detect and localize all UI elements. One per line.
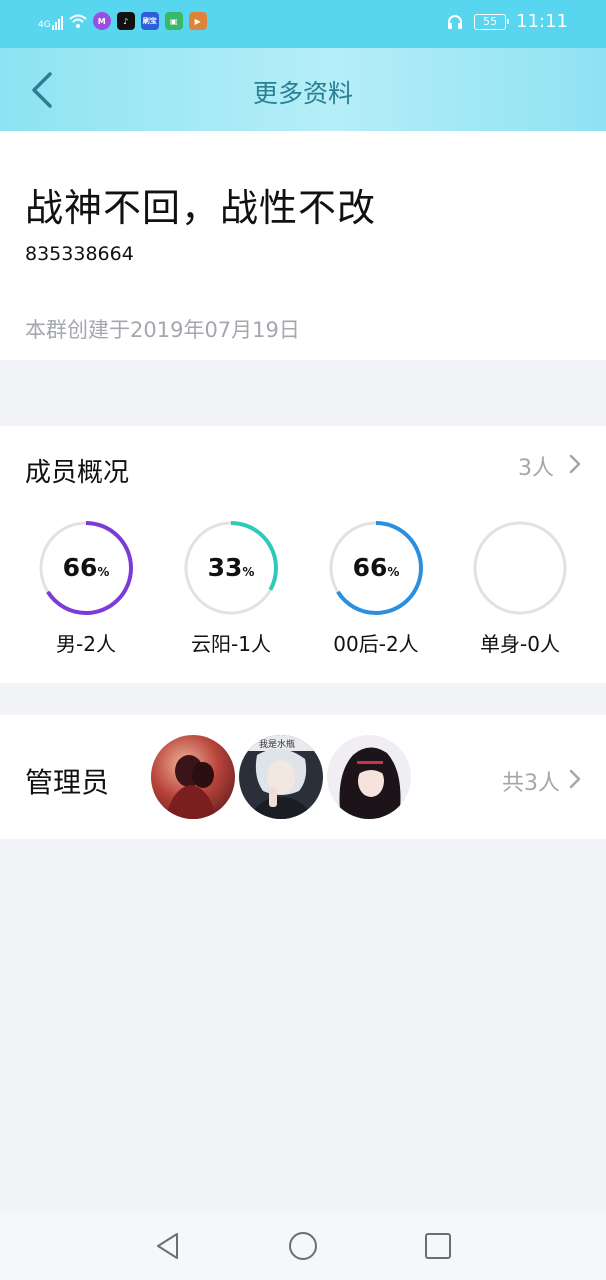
headset-icon [448, 14, 463, 29]
battery-level: 55 [483, 15, 498, 28]
admins-title: 管理员 [25, 766, 110, 799]
members-overview-card[interactable]: 成员概况 3人 66% 男-2人 33% 云阳-1人 66% 00后-2人 单身… [0, 426, 606, 683]
tiktok-icon: ♪ [116, 12, 135, 30]
stat-percent: 66% [352, 553, 400, 582]
signal-icon: 4G [38, 12, 63, 30]
admin-avatar[interactable]: 我是水瓶 [239, 735, 323, 819]
group-created-date: 本群创建于2019年07月19日 [25, 318, 300, 342]
battery-icon: 55 [474, 13, 510, 30]
app-icon-play: ▶ [188, 12, 207, 30]
system-nav-bar [0, 1212, 606, 1280]
stat-label: 云阳-1人 [191, 632, 271, 656]
group-info-card: 战神不回，战性不改 835338664 本群创建于2019年07月19日 [0, 131, 606, 360]
stat-label: 单身-0人 [480, 632, 560, 656]
stat-percent: 66% [62, 553, 110, 582]
progress-ring [473, 521, 567, 615]
stat-age[interactable]: 66% 00后-2人 [326, 520, 426, 657]
stat-label: 00后-2人 [333, 632, 419, 656]
stat-male[interactable]: 66% 男-2人 [36, 520, 136, 657]
stat-region[interactable]: 33% 云阳-1人 [181, 520, 281, 657]
triangle-back-icon[interactable] [152, 1230, 184, 1262]
app-icon-m: M [92, 12, 111, 30]
stat-percent: 33% [207, 553, 255, 582]
nav-bar: 更多资料 [0, 48, 606, 131]
app-icon-green: ▣ [164, 12, 183, 30]
stat-label: 男-2人 [56, 632, 116, 656]
clock: 11:11 [516, 11, 568, 32]
status-right: 55 11:11 [446, 11, 568, 32]
chevron-right-icon[interactable] [568, 452, 582, 476]
app-icon-shuabao: 刷宝 [140, 12, 159, 30]
members-title: 成员概况 [25, 458, 130, 488]
admin-avatar[interactable] [327, 735, 411, 819]
wifi-icon [69, 14, 87, 28]
square-recent-icon[interactable] [422, 1230, 454, 1262]
avatar-watermark: 我是水瓶 [259, 738, 295, 750]
status-left: 4G M ♪ 刷宝 ▣ ▶ [38, 12, 207, 30]
network-type: 4G [38, 20, 51, 30]
circle-home-icon[interactable] [287, 1230, 319, 1262]
admins-card[interactable]: 管理员 我是水瓶 共3人 [0, 715, 606, 839]
group-id: 835338664 [25, 243, 134, 265]
admin-avatar[interactable] [151, 735, 235, 819]
admins-count: 共3人 [502, 771, 560, 796]
stat-single[interactable]: 单身-0人 [470, 520, 570, 657]
page-title: 更多资料 [252, 79, 353, 108]
members-count: 3人 [518, 456, 554, 481]
chevron-right-icon[interactable] [568, 767, 582, 791]
status-bar: 4G M ♪ 刷宝 ▣ ▶ 55 11:11 [0, 0, 606, 48]
group-name: 战神不回，战性不改 [25, 186, 377, 230]
